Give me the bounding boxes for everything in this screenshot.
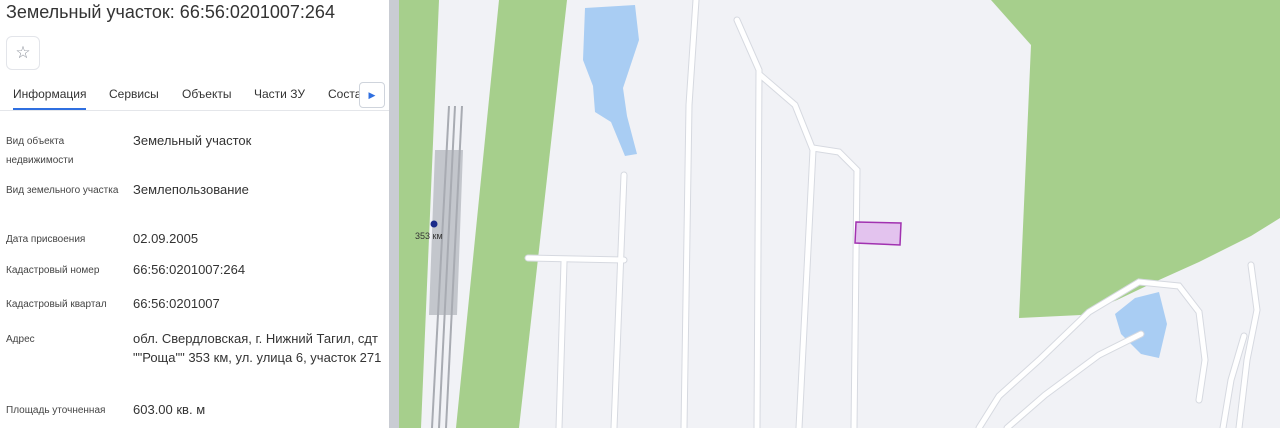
tab-information[interactable]: Информация xyxy=(13,87,87,110)
field-value-date: 02.09.2005 xyxy=(133,231,199,246)
forest-area-right xyxy=(991,0,1280,318)
tab-parts[interactable]: Части ЗУ xyxy=(254,87,305,101)
tab-composition[interactable]: Соста xyxy=(328,87,361,101)
field-label-area: Площадь уточненная xyxy=(6,405,106,416)
info-panel: Земельный участок: 66:56:0201007:264 ☆ И… xyxy=(0,0,389,428)
tab-services[interactable]: Сервисы xyxy=(109,87,159,101)
field-label-cadastral-quarter: Кадастровый квартал xyxy=(6,299,107,310)
station-marker[interactable] xyxy=(430,220,438,228)
lake xyxy=(583,5,639,156)
map-canvas[interactable] xyxy=(399,0,1280,428)
field-label-address: Адрес xyxy=(6,334,35,345)
forest-area-river-bank xyxy=(456,0,567,428)
pond xyxy=(1115,292,1167,358)
tab-bar: Информация Сервисы Объекты Части ЗУ Сост… xyxy=(0,78,389,111)
tabs-scroll-button[interactable]: ▶ xyxy=(359,82,385,108)
field-value-land-type: Землепользование xyxy=(133,182,249,197)
field-label-cadastral-number: Кадастровый номер xyxy=(6,265,100,276)
field-value-area: 603.00 кв. м xyxy=(133,402,206,417)
tab-objects[interactable]: Объекты xyxy=(182,87,232,101)
field-value-object-type: Земельный участок xyxy=(133,133,252,148)
panel-divider[interactable] xyxy=(389,0,399,428)
page-title: Земельный участок: 66:56:0201007:264 xyxy=(6,2,335,22)
field-label-land-type: Вид земельного участка xyxy=(6,185,119,196)
railway xyxy=(429,105,463,428)
field-value-cadastral-number: 66:56:0201007:264 xyxy=(133,262,246,277)
station-label: 353 км xyxy=(415,231,443,241)
favorite-button[interactable]: ☆ xyxy=(6,36,40,70)
land-parcel-highlight[interactable] xyxy=(854,221,902,246)
star-icon: ☆ xyxy=(15,43,31,62)
chevron-right-icon: ▶ xyxy=(368,89,376,100)
field-value-cadastral-quarter: 66:56:0201007 xyxy=(133,296,220,311)
field-label-date: Дата присвоения xyxy=(6,234,86,245)
map-view[interactable]: 353 км xyxy=(399,0,1280,428)
field-value-address: обл. Свердловская, г. Нижний Тагил, сдт … xyxy=(133,331,382,365)
field-label-object-type: Вид объекта недвижимости xyxy=(6,136,74,166)
